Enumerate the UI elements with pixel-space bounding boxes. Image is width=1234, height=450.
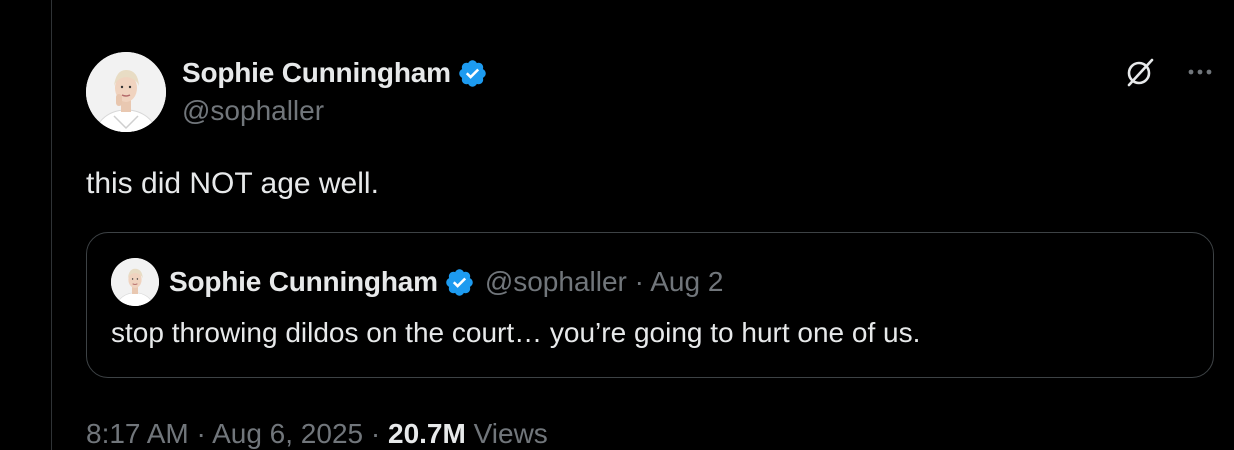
tweet-date[interactable]: Aug 6, 2025 xyxy=(212,418,363,449)
meta-separator: · xyxy=(196,418,206,449)
meta-separator: · xyxy=(634,266,644,297)
quoted-avatar[interactable] xyxy=(111,258,159,306)
more-icon[interactable] xyxy=(1184,56,1216,88)
verified-badge-icon xyxy=(446,268,473,296)
tweet-detail-page: Sophie Cunningham @sophaller this did NO… xyxy=(0,0,1234,450)
tweet-footer-meta: 8:17 AM · Aug 6, 2025 · 20.7M Views xyxy=(86,416,548,450)
quoted-author-handle: @sophaller xyxy=(484,266,627,297)
quoted-tweet-text: stop throwing dildos on the court… you’r… xyxy=(111,317,921,348)
meta-separator: · xyxy=(370,418,381,449)
author-handle[interactable]: @sophaller xyxy=(182,95,324,127)
quoted-author-name: Sophie Cunningham xyxy=(169,266,438,297)
avatar[interactable] xyxy=(86,52,166,132)
grok-icon[interactable] xyxy=(1124,56,1156,88)
author-name[interactable]: Sophie Cunningham xyxy=(182,57,451,89)
quoted-meta: @sophaller · Aug 2 xyxy=(485,266,724,298)
quoted-tweet-card[interactable]: Sophie Cunningham @sophaller · Aug 2 sto… xyxy=(86,232,1214,378)
author-name-row: Sophie Cunningham xyxy=(182,56,488,90)
views-count: 20.7M xyxy=(388,418,466,449)
tweet-actions xyxy=(1124,56,1216,88)
verified-badge-icon xyxy=(459,59,486,87)
tweet-time[interactable]: 8:17 AM xyxy=(86,418,189,449)
tweet-text: this did NOT age well. xyxy=(86,167,379,200)
views-label: Views xyxy=(473,418,548,449)
column-divider xyxy=(51,0,52,450)
quoted-date: Aug 2 xyxy=(650,266,724,297)
quoted-tweet-header: Sophie Cunningham @sophaller · Aug 2 xyxy=(111,257,723,307)
